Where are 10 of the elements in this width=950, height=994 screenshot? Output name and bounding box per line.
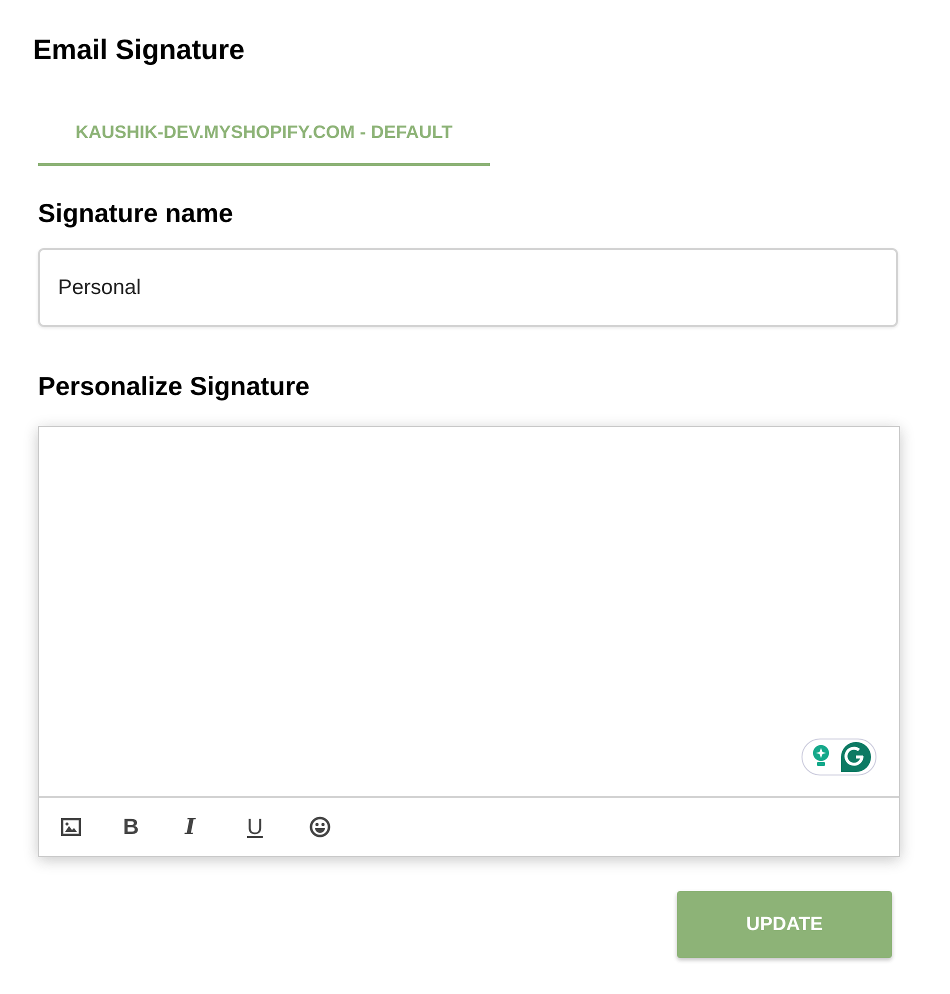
input-field[interactable]: Personal [38, 248, 898, 327]
field-label: Personalize Signature [38, 370, 311, 403]
grammarly-icon[interactable] [801, 738, 877, 776]
italic-button[interactable]: I [183, 807, 245, 847]
field-label: Signature name [38, 197, 234, 230]
bold-button[interactable]: B [121, 807, 183, 847]
page-title: Email Signature [33, 33, 246, 67]
underline-button[interactable]: U [245, 807, 307, 847]
emoji-icon [309, 816, 331, 838]
image-icon [61, 818, 81, 836]
